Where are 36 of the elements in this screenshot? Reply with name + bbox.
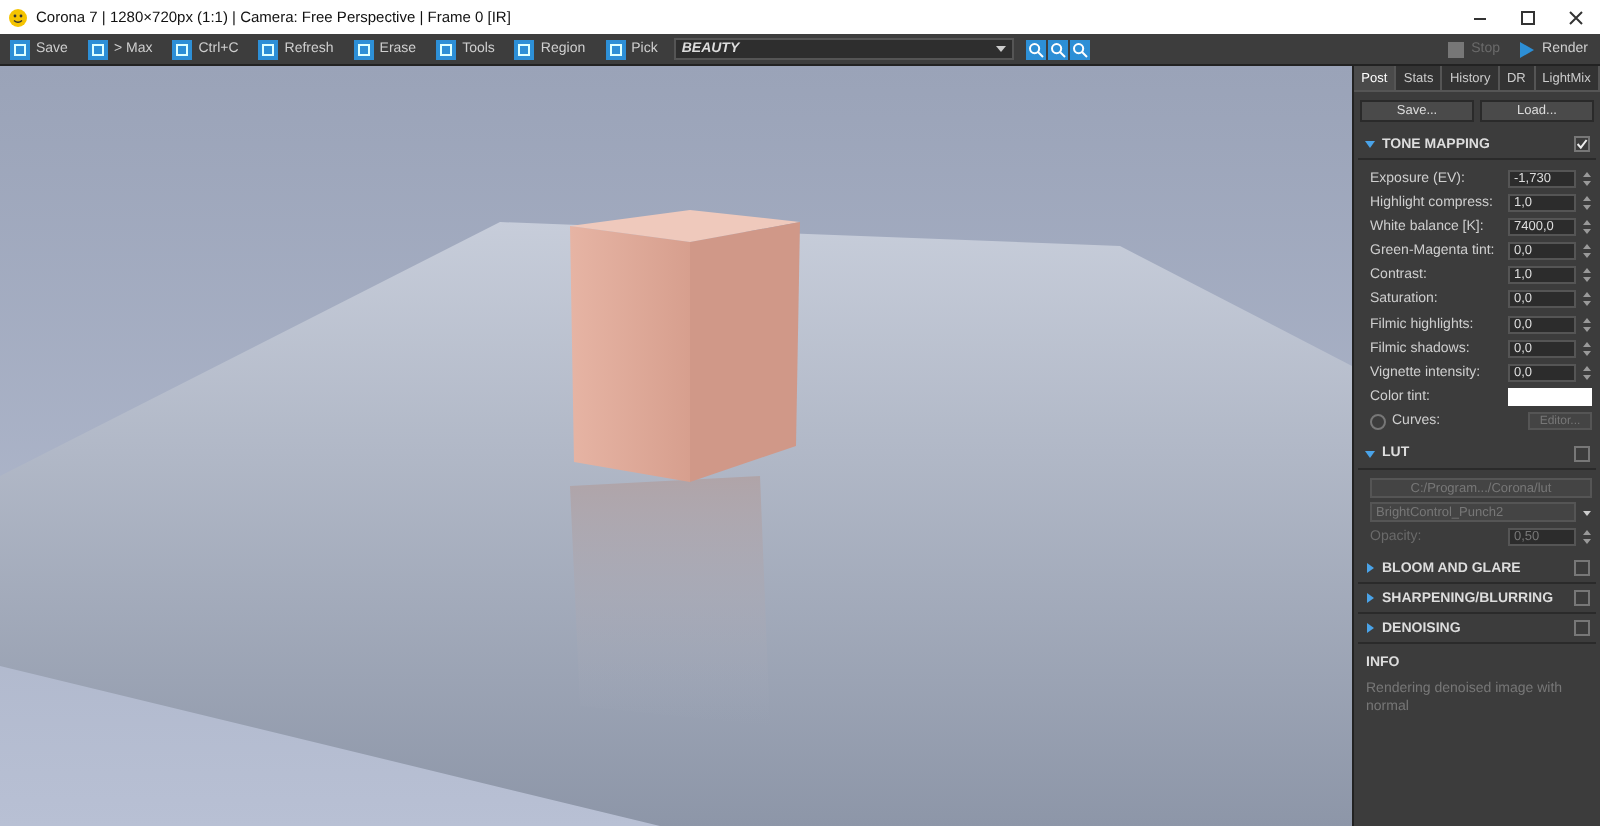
checkbox[interactable] — [1574, 590, 1590, 607]
caret-icon — [995, 44, 1006, 54]
checkbox[interactable] — [1574, 620, 1590, 637]
spinner-arrows-icon[interactable] — [1582, 364, 1592, 382]
square-icon — [172, 39, 193, 59]
checkbox[interactable] — [1574, 136, 1590, 152]
expand-arrow-icon[interactable] — [1364, 622, 1376, 635]
spinner-arrows-icon[interactable] — [1582, 527, 1592, 546]
zoom-icon[interactable] — [1025, 39, 1046, 59]
collapse-arrow-icon[interactable] — [1364, 138, 1376, 150]
square-icon — [605, 39, 626, 59]
spinner-arrows-icon[interactable] — [1582, 217, 1592, 236]
square-icon — [514, 39, 535, 59]
zoom-icon[interactable] — [1069, 39, 1090, 59]
square-icon — [87, 39, 108, 59]
square-icon — [10, 39, 30, 59]
play-icon — [1516, 39, 1537, 59]
smiley-icon — [8, 7, 28, 27]
spinner-arrows-icon[interactable] — [1582, 169, 1592, 187]
expand-arrow-icon[interactable] — [1364, 592, 1376, 605]
square-icon — [353, 39, 374, 59]
color-swatch[interactable] — [1508, 388, 1592, 407]
spinner-arrows-icon[interactable] — [1582, 193, 1592, 212]
spinner-arrows-icon[interactable] — [1582, 290, 1592, 309]
square-icon — [436, 39, 457, 59]
spinner-arrows-icon[interactable] — [1582, 339, 1592, 358]
expand-arrow-icon[interactable] — [1364, 562, 1376, 575]
spinner-arrows-icon[interactable] — [1582, 242, 1592, 261]
zoom-icon[interactable] — [1047, 39, 1068, 59]
spinner-arrows-icon[interactable] — [1582, 315, 1592, 334]
checkbox[interactable] — [1574, 560, 1590, 577]
collapse-arrow-icon[interactable] — [1364, 447, 1376, 460]
spinner-arrows-icon[interactable] — [1582, 266, 1592, 285]
checkbox[interactable] — [1574, 445, 1590, 462]
square-icon — [258, 39, 279, 59]
stop-icon — [1445, 39, 1466, 59]
